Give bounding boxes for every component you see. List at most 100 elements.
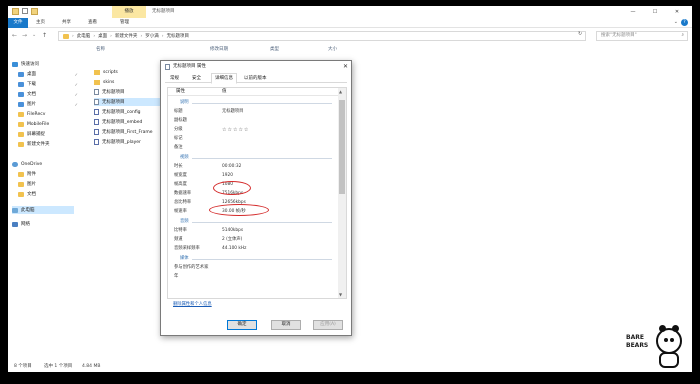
prop-row-bitrate[interactable]: 比特率 5140kbps xyxy=(168,227,338,235)
tab-share[interactable]: 共享 xyxy=(62,18,71,28)
selected-size: 4.84 MB xyxy=(82,364,101,369)
column-header-type[interactable]: 类型 xyxy=(270,46,279,54)
scrollbar-thumb[interactable] xyxy=(339,100,345,194)
column-header-value[interactable]: 值 xyxy=(222,88,227,96)
sidebar-item-label: 图片 xyxy=(27,102,36,107)
folder-icon xyxy=(18,171,24,177)
prop-row-subtitle[interactable]: 副标题 xyxy=(168,117,338,125)
help-icon[interactable]: ? xyxy=(681,19,688,26)
prop-row-tags[interactable]: 标记 xyxy=(168,135,338,143)
section-media: 媒体 xyxy=(168,255,338,263)
tab-previous-versions[interactable]: 以前的版本 xyxy=(241,74,270,83)
chevron-down-icon[interactable]: ⌄ xyxy=(32,32,36,38)
file-name: 无标题项目_config xyxy=(102,110,141,115)
annotation-circle xyxy=(213,181,251,195)
cancel-button[interactable]: 取消 xyxy=(271,320,301,330)
breadcrumb-item[interactable]: 桌面 xyxy=(98,33,107,39)
minimize-button[interactable]: — xyxy=(622,6,644,18)
address-bar[interactable]: › 此电脑 › 桌面 › 新建文件夹 › 罗小满 › 无标题项目 xyxy=(58,31,586,41)
tab-file[interactable]: 文件 xyxy=(8,18,28,28)
tab-security[interactable]: 安全 xyxy=(189,74,204,83)
file-row[interactable]: 无标题项目 xyxy=(94,88,162,96)
column-header-date[interactable]: 修改日期 xyxy=(210,46,228,54)
chevron-down-icon[interactable]: ⌄ xyxy=(674,19,678,25)
apply-button[interactable]: 应用(A) xyxy=(313,320,343,330)
prop-row-rating[interactable]: 分级 ☆☆☆☆☆ xyxy=(168,126,338,134)
close-button[interactable]: ✕ xyxy=(666,6,688,18)
tab-play-tools[interactable]: 播放 xyxy=(112,6,146,18)
sidebar-item-documents[interactable]: 文档 ✓ xyxy=(18,90,80,98)
back-arrow-icon[interactable]: ← xyxy=(12,32,17,39)
sidebar-item-network[interactable]: 网络 xyxy=(12,220,74,228)
column-header-name[interactable]: 名称 xyxy=(96,46,105,54)
sidebar-item-quick-access[interactable]: 快速访问 xyxy=(12,60,74,68)
tab-home[interactable]: 主页 xyxy=(36,18,45,28)
file-row[interactable]: skins xyxy=(94,78,162,86)
scrollbar[interactable]: ▲ ▼ xyxy=(338,88,346,298)
file-row[interactable]: 无标题项目_embed xyxy=(94,118,162,126)
navigation-pane: 快速访问 桌面 ✓ 下载 ✓ 文档 ✓ 图片 ✓ FileRecv Mobile… xyxy=(8,44,78,362)
sidebar-item-label: 下载 xyxy=(27,82,36,87)
properties-dialog: 无标题项目 属性 ✕ 常规 安全 详细信息 以前的版本 属性 值 说明 标题 无… xyxy=(160,60,352,336)
sidebar-item-desktop[interactable]: 桌面 ✓ xyxy=(18,70,80,78)
prop-row-frame-height[interactable]: 帧高度 1080 xyxy=(168,181,338,189)
sidebar-item-attachments[interactable]: 附件 xyxy=(18,170,80,178)
prop-row-sample-rate[interactable]: 音频采样频率 44.100 kHz xyxy=(168,245,338,253)
sidebar-item-this-pc[interactable]: 此电脑 xyxy=(12,206,74,214)
prop-row-frame-width[interactable]: 帧宽度 1920 xyxy=(168,172,338,180)
search-placeholder: 搜索"无标题项目" xyxy=(601,33,637,38)
prop-row-length[interactable]: 时长 00:00:32 xyxy=(168,163,338,171)
prop-row-comment[interactable]: 备注 xyxy=(168,144,338,152)
file-name: 无标题项目_embed xyxy=(102,120,143,125)
sidebar-item-od-documents[interactable]: 文档 xyxy=(18,190,80,198)
file-row[interactable]: 无标题项目_First_Frame xyxy=(94,128,162,136)
sidebar-item-screen-capture[interactable]: 屏幕捕捉 xyxy=(18,130,80,138)
file-name: 无标题项目 xyxy=(102,90,125,95)
checkbox-icon[interactable] xyxy=(22,8,28,14)
sidebar-item-downloads[interactable]: 下载 ✓ xyxy=(18,80,80,88)
column-header-size[interactable]: 大小 xyxy=(328,46,337,54)
rating-stars-icon[interactable]: ☆☆☆☆☆ xyxy=(222,126,249,134)
file-icon xyxy=(94,109,99,115)
tab-view[interactable]: 查看 xyxy=(88,18,97,28)
sidebar-item-label: FileRecv xyxy=(27,111,46,117)
file-row[interactable]: 无标题项目_player xyxy=(94,138,162,146)
up-arrow-icon[interactable]: ↑ xyxy=(42,32,47,39)
file-row[interactable]: scripts xyxy=(94,68,162,76)
remove-properties-link[interactable]: 删除属性和个人信息 xyxy=(173,301,212,307)
refresh-icon[interactable]: ↻ xyxy=(578,31,582,37)
watermark-text: BARE xyxy=(626,334,644,341)
sidebar-item-od-pictures[interactable]: 图片 xyxy=(18,180,80,188)
breadcrumb-item[interactable]: 无标题项目 xyxy=(167,33,190,39)
prop-row-title[interactable]: 标题 无标题项目 xyxy=(168,108,338,116)
sidebar-item-filerecv[interactable]: FileRecv xyxy=(18,110,80,118)
tab-details[interactable]: 详细信息 xyxy=(211,73,237,84)
tab-general[interactable]: 常规 xyxy=(167,74,182,83)
sidebar-item-new-folder[interactable]: 新建文件夹 xyxy=(18,140,80,148)
sidebar-item-mobilefile[interactable]: MobileFile xyxy=(18,120,80,128)
breadcrumb-item[interactable]: 此电脑 xyxy=(77,33,91,39)
video-file-icon xyxy=(94,89,99,95)
file-name: skins xyxy=(103,79,115,85)
prop-row-channels[interactable]: 频道 2 (立体声) xyxy=(168,236,338,244)
prop-row-data-rate[interactable]: 数据速率 7516kbps xyxy=(168,190,338,198)
scroll-down-icon[interactable]: ▼ xyxy=(339,292,342,297)
breadcrumb-item[interactable]: 新建文件夹 xyxy=(115,33,138,39)
close-icon[interactable]: ✕ xyxy=(343,61,348,72)
prop-row-contributing-artists[interactable]: 参与创作的艺术家 xyxy=(168,264,338,272)
maximize-button[interactable]: ☐ xyxy=(644,6,666,18)
sidebar-item-pictures[interactable]: 图片 ✓ xyxy=(18,100,80,108)
new-folder-icon[interactable] xyxy=(31,8,38,15)
prop-row-year[interactable]: 年 xyxy=(168,273,338,281)
search-input[interactable]: 搜索"无标题项目" ⌕ xyxy=(596,31,688,41)
file-row[interactable]: 无标题项目 xyxy=(94,98,162,106)
breadcrumb-item[interactable]: 罗小满 xyxy=(145,33,159,39)
ok-button[interactable]: 确定 xyxy=(227,320,257,330)
forward-arrow-icon[interactable]: → xyxy=(22,32,27,39)
file-name: 无标题项目_First_Frame xyxy=(102,130,153,135)
column-header-property[interactable]: 属性 xyxy=(176,88,185,96)
scroll-up-icon[interactable]: ▲ xyxy=(339,89,342,94)
sidebar-item-onedrive[interactable]: OneDrive xyxy=(12,160,74,168)
tab-manage[interactable]: 管理 xyxy=(120,18,129,28)
file-row[interactable]: 无标题项目_config xyxy=(94,108,162,116)
